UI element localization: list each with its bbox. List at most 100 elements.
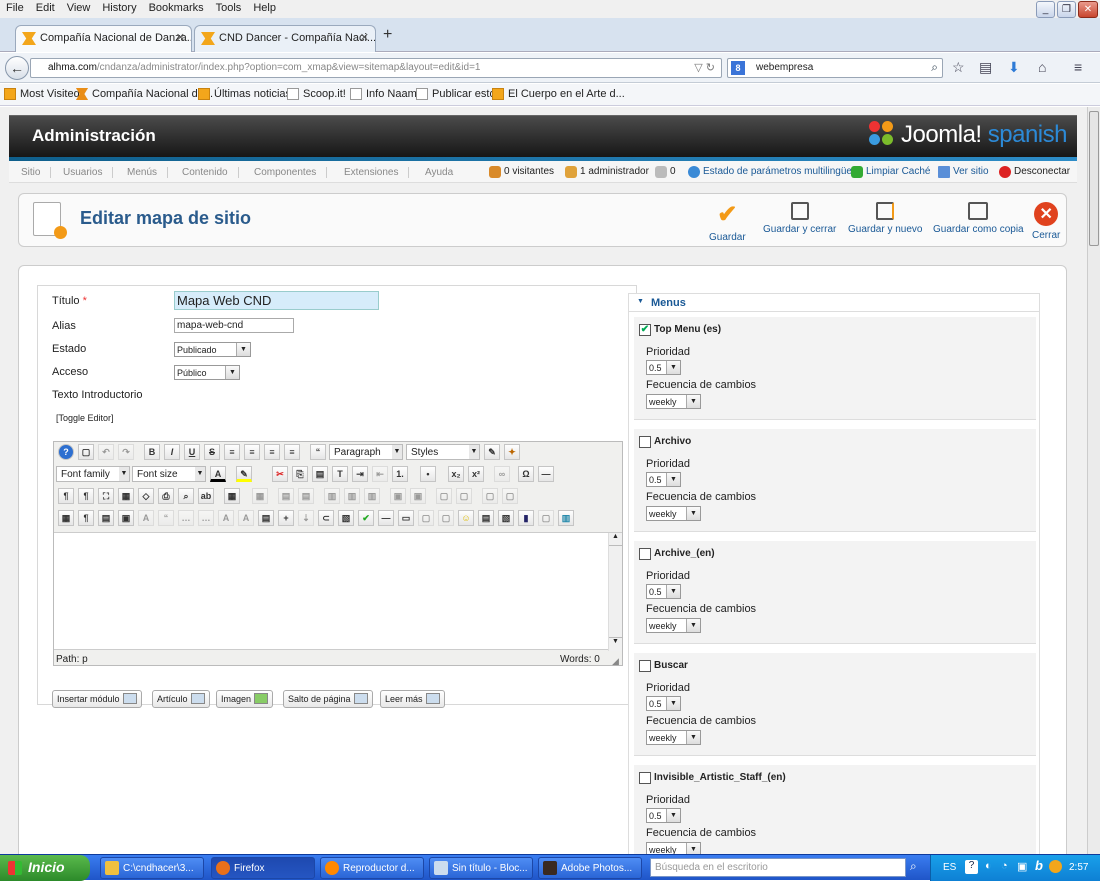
menu-tools[interactable]: Tools (210, 0, 248, 14)
abbr-icon[interactable]: … (178, 510, 194, 526)
col-delete-icon[interactable]: ▥ (364, 488, 380, 504)
replace-icon[interactable]: ab (198, 488, 214, 504)
underline-icon[interactable]: U (184, 444, 200, 460)
print-icon[interactable]: ⎙ (158, 488, 174, 504)
page-break-icon[interactable]: ⇣ (298, 510, 314, 526)
frequency-select[interactable]: weekly ▼ (646, 730, 701, 745)
superscript-icon[interactable]: x² (468, 466, 484, 482)
subscript-icon[interactable]: x₂ (448, 466, 464, 482)
menu-checkbox[interactable]: ✔ (639, 324, 651, 336)
align-left-icon[interactable]: ≡ (264, 444, 280, 460)
insert-time-icon[interactable]: ▢ (438, 510, 454, 526)
visual-aid-icon[interactable]: ▦ (58, 510, 74, 526)
frequency-select[interactable]: weekly ▼ (646, 618, 701, 633)
menu-history[interactable]: History (96, 0, 142, 14)
menu-bookmarks[interactable]: Bookmarks (143, 0, 210, 14)
merge-cells-icon[interactable]: ▣ (410, 488, 426, 504)
bookmark-info-naam[interactable]: Info Naam (350, 88, 417, 100)
editor-scrollbar[interactable]: ▲ ▼ (608, 533, 622, 651)
task-photoshop[interactable]: Adobe Photos... (538, 857, 642, 879)
align-right-icon[interactable]: ≡ (284, 444, 300, 460)
template-icon[interactable]: ▤ (98, 510, 114, 526)
task-folder[interactable]: C:\cndhacer\3... (100, 857, 204, 879)
state-select[interactable]: Publicado ▼ (174, 342, 251, 357)
redo-icon[interactable]: ↷ (118, 444, 134, 460)
cleanup-code-icon[interactable]: ▢ (418, 510, 434, 526)
menu-view[interactable]: View (61, 0, 97, 14)
paste-icon[interactable]: ▤ (312, 466, 328, 482)
insert-file-icon[interactable]: ▥ (558, 510, 574, 526)
row-before-icon[interactable]: ▤ (278, 488, 294, 504)
numbered-list-icon[interactable]: 1. (392, 466, 408, 482)
bookmark-star-icon[interactable]: ☆ (952, 59, 965, 76)
search-icon[interactable]: ⌕ (910, 859, 917, 874)
bookmarks-list-icon[interactable]: ▤ (979, 59, 992, 76)
nav-componentes[interactable]: Componentes (254, 167, 328, 178)
bookmark-publicar[interactable]: Publicar esto (416, 88, 496, 100)
desktop-search-input[interactable]: Búsqueda en el escritorio (650, 858, 906, 877)
access-select[interactable]: Público ▼ (174, 365, 240, 380)
paragraph-select[interactable]: Paragraph ▼ (329, 444, 403, 460)
html-source-icon[interactable]: ◇ (138, 488, 154, 504)
logout-link[interactable]: Desconectar (999, 166, 1070, 178)
menu-checkbox[interactable] (639, 772, 651, 784)
highlight-icon[interactable]: ✎ (236, 466, 252, 482)
scroll-down-icon[interactable]: ▼ (609, 637, 622, 650)
menu-checkbox[interactable] (639, 660, 651, 672)
align-center-icon[interactable]: ≡ (244, 444, 260, 460)
reload-icon[interactable]: ▽ ↻ (694, 61, 715, 74)
insert-module-button[interactable]: Insertar módulo (52, 690, 142, 708)
col-after-icon[interactable]: ▥ (344, 488, 360, 504)
menu-file[interactable]: File (0, 0, 30, 14)
hr-icon[interactable]: — (378, 510, 394, 526)
scroll-up-icon[interactable]: ▲ (609, 533, 622, 546)
nav-ayuda[interactable]: Ayuda (425, 167, 463, 178)
title-field[interactable]: Mapa Web CND (174, 291, 379, 310)
cleanup-icon[interactable]: ✦ (504, 444, 520, 460)
emoticon-icon[interactable]: ☺ (458, 510, 474, 526)
help-tray-icon[interactable]: ? (965, 860, 978, 874)
save-copy-button[interactable]: Guardar como copia (933, 202, 1024, 235)
save-button[interactable]: ✔ Guardar (709, 202, 746, 244)
download-icon[interactable]: ⬇ (1008, 59, 1020, 76)
minimize-icon[interactable]: _ (1036, 1, 1055, 18)
priority-select[interactable]: 0.5 ▼ (646, 584, 681, 599)
menu-edit[interactable]: Edit (30, 0, 61, 14)
unlink-icon[interactable]: ⊂ (318, 510, 334, 526)
nav-menus[interactable]: Menús (127, 167, 169, 178)
frequency-select[interactable]: weekly ▼ (646, 506, 701, 521)
bing-icon[interactable]: b (1035, 858, 1043, 873)
strikethrough-icon[interactable]: S (204, 444, 220, 460)
preview-icon[interactable]: ▦ (118, 488, 134, 504)
link-icon[interactable]: ∞ (494, 466, 510, 482)
ins-icon[interactable]: A (238, 510, 254, 526)
text-color-icon[interactable]: A (210, 466, 226, 482)
special-char-icon[interactable]: Ω (518, 466, 534, 482)
copy-icon[interactable]: ⎘ (292, 466, 308, 482)
bookmark-most-visited[interactable]: Most Visited (4, 88, 80, 100)
menu-help[interactable]: Help (247, 0, 282, 14)
nav-contenido[interactable]: Contenido (182, 167, 239, 178)
bullet-list-icon[interactable]: • (420, 466, 436, 482)
network-icon[interactable]: ◐ (985, 860, 992, 872)
priority-select[interactable]: 0.5 ▼ (646, 360, 681, 375)
readmore-icon[interactable]: ▢ (538, 510, 554, 526)
alias-field[interactable]: mapa-web-cnd (174, 318, 294, 333)
eraser-icon[interactable]: ✎ (484, 444, 500, 460)
attributes-icon[interactable]: ▤ (258, 510, 274, 526)
search-input[interactable]: 8 webempresa ⌕ (727, 58, 943, 78)
tab-cnd-dancer[interactable]: CND Dancer - Compañía Naci... ✕ (194, 25, 376, 52)
cut-icon[interactable]: ✂ (272, 466, 288, 482)
video-icon[interactable]: ▮ (518, 510, 534, 526)
bookmark-cnd[interactable]: Compañía Nacional de... (76, 88, 213, 100)
menu-checkbox[interactable] (639, 548, 651, 560)
bookmark-scoopit[interactable]: Scoop.it! (287, 88, 346, 100)
start-button[interactable]: Inicio (0, 855, 90, 881)
col-before-icon[interactable]: ▥ (324, 488, 340, 504)
image-icon[interactable]: ▧ (338, 510, 354, 526)
save-new-button[interactable]: Guardar y nuevo (848, 202, 923, 235)
nav-extensiones[interactable]: Extensiones (344, 167, 410, 178)
insert-image-icon[interactable]: ▧ (498, 510, 514, 526)
close-button[interactable]: ✕ Cerrar (1032, 202, 1060, 241)
del-icon[interactable]: A (218, 510, 234, 526)
